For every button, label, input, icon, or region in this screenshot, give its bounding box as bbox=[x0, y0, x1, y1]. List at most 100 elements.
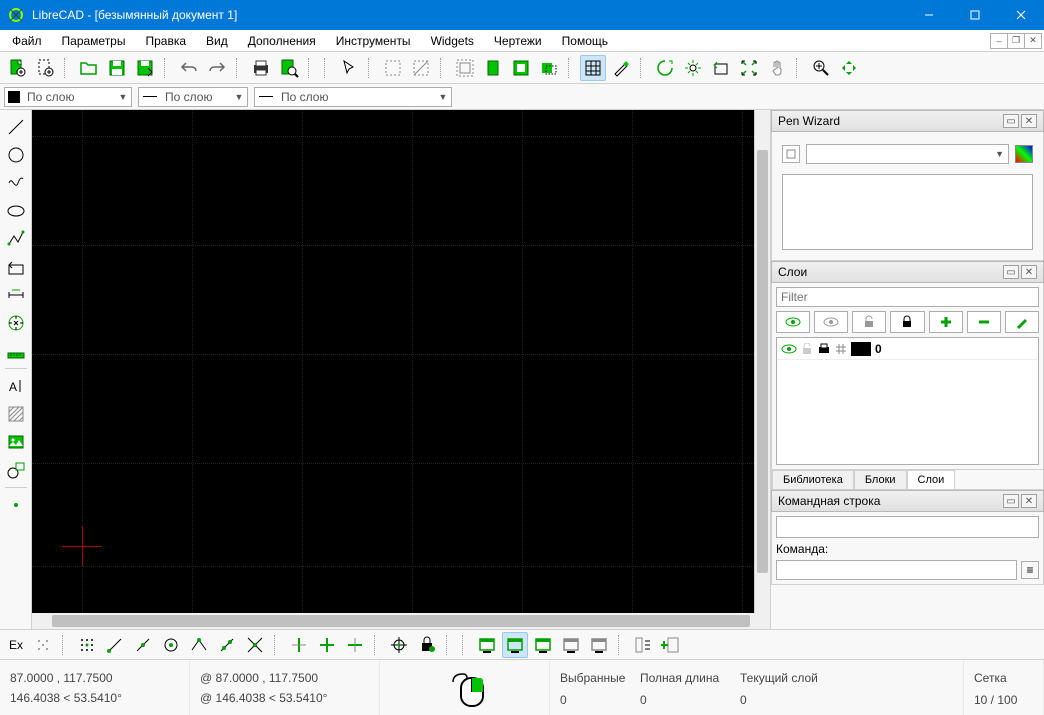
pointer-button[interactable] bbox=[336, 55, 362, 81]
snap-distance-button[interactable] bbox=[214, 632, 240, 658]
zoom-redraw-button[interactable] bbox=[652, 55, 678, 81]
snap-center-button[interactable] bbox=[158, 632, 184, 658]
command-input[interactable] bbox=[776, 560, 1017, 580]
fullscreen-button[interactable] bbox=[474, 632, 500, 658]
polyline-tool-button[interactable] bbox=[3, 226, 29, 252]
curve-tool-button[interactable] bbox=[3, 170, 29, 196]
deselect-window-button[interactable] bbox=[408, 55, 434, 81]
snap-grid-button[interactable] bbox=[74, 632, 100, 658]
snap-on-entity-button[interactable] bbox=[130, 632, 156, 658]
cascade-button[interactable] bbox=[530, 632, 556, 658]
tile-v-button[interactable] bbox=[586, 632, 612, 658]
statusbar-toggle-button[interactable] bbox=[630, 632, 656, 658]
layers-header[interactable]: Слои ▭✕ bbox=[771, 261, 1044, 283]
menu-plugins[interactable]: Дополнения bbox=[238, 32, 326, 50]
pen-wizard-float-button[interactable]: ▭ bbox=[1003, 114, 1019, 128]
command-float-button[interactable]: ▭ bbox=[1003, 494, 1019, 508]
line-width-combo[interactable]: По слою▼ bbox=[138, 87, 248, 107]
save-button[interactable] bbox=[104, 55, 130, 81]
snap-free-button[interactable] bbox=[30, 632, 56, 658]
mtext-tool-button[interactable]: A bbox=[3, 373, 29, 399]
canvas-vscrollbar[interactable] bbox=[754, 110, 770, 613]
menu-tools[interactable]: Инструменты bbox=[326, 32, 421, 50]
layer-add-button[interactable] bbox=[929, 311, 963, 333]
select-invert-button[interactable] bbox=[508, 55, 534, 81]
select-layer-button[interactable] bbox=[536, 55, 562, 81]
menu-drawings[interactable]: Чертежи bbox=[484, 32, 552, 50]
menu-options[interactable]: Параметры bbox=[52, 32, 136, 50]
restrict-horizontal-button[interactable] bbox=[342, 632, 368, 658]
tab-view-button[interactable] bbox=[502, 632, 528, 658]
pen-wizard-slot-button[interactable] bbox=[782, 145, 800, 163]
dimension-tool-button[interactable] bbox=[3, 282, 29, 308]
line-type-combo[interactable]: По слою▼ bbox=[254, 87, 452, 107]
snap-middle-button[interactable] bbox=[186, 632, 212, 658]
canvas-hscrollbar[interactable] bbox=[32, 613, 770, 629]
layer-color-combo[interactable]: По слою▼ bbox=[4, 87, 132, 107]
undo-button[interactable] bbox=[176, 55, 202, 81]
pen-wizard-header[interactable]: Pen Wizard ▭✕ bbox=[771, 110, 1044, 132]
measure-tool-button[interactable] bbox=[3, 338, 29, 364]
menu-help[interactable]: Помощь bbox=[552, 32, 618, 50]
pen-wizard-color-button[interactable] bbox=[1015, 145, 1033, 163]
select-entity-button[interactable] bbox=[480, 55, 506, 81]
command-close-button[interactable]: ✕ bbox=[1021, 494, 1037, 508]
window-maximize-button[interactable] bbox=[952, 0, 998, 30]
layers-close-button[interactable]: ✕ bbox=[1021, 265, 1037, 279]
layer-edit-button[interactable] bbox=[1005, 311, 1039, 333]
layers-filter-input[interactable] bbox=[776, 287, 1039, 307]
zoom-window-button[interactable] bbox=[736, 55, 762, 81]
tab-blocks[interactable]: Блоки bbox=[854, 470, 907, 489]
tile-h-button[interactable] bbox=[558, 632, 584, 658]
layers-list[interactable]: 0 bbox=[776, 337, 1039, 465]
pen-wizard-list[interactable] bbox=[782, 174, 1033, 250]
open-file-button[interactable] bbox=[76, 55, 102, 81]
tab-layers[interactable]: Слои bbox=[907, 470, 956, 489]
snap-intersection-button[interactable] bbox=[242, 632, 268, 658]
line-tool-button[interactable] bbox=[3, 114, 29, 140]
circle-tool-button[interactable] bbox=[3, 142, 29, 168]
select-window-button[interactable] bbox=[380, 55, 406, 81]
new-file-button[interactable] bbox=[4, 55, 30, 81]
layer-row[interactable]: 0 bbox=[777, 338, 1038, 360]
mdi-close-button[interactable]: ✕ bbox=[1024, 33, 1042, 49]
pen-wizard-combo[interactable]: ▼ bbox=[806, 144, 1009, 164]
draft-mode-button[interactable] bbox=[608, 55, 634, 81]
snap-endpoint-button[interactable] bbox=[102, 632, 128, 658]
image-tool-button[interactable] bbox=[3, 429, 29, 455]
layer-unlock-button[interactable] bbox=[852, 311, 886, 333]
layer-remove-button[interactable] bbox=[967, 311, 1001, 333]
point-tool-button[interactable] bbox=[3, 492, 29, 518]
zoom-pan-button[interactable] bbox=[764, 55, 790, 81]
zoom-previous-button[interactable] bbox=[708, 55, 734, 81]
relative-zero-button[interactable] bbox=[386, 632, 412, 658]
layer-lock-button[interactable] bbox=[890, 311, 924, 333]
zoom-in-button[interactable] bbox=[808, 55, 834, 81]
grid-toggle-button[interactable] bbox=[580, 55, 606, 81]
zoom-scroll-button[interactable] bbox=[836, 55, 862, 81]
save-as-button[interactable] bbox=[132, 55, 158, 81]
menu-file[interactable]: Файл bbox=[2, 32, 52, 50]
print-button[interactable] bbox=[248, 55, 274, 81]
ellipse-tool-button[interactable] bbox=[3, 198, 29, 224]
mdi-minimize-button[interactable]: – bbox=[990, 33, 1008, 49]
modify-tool-button[interactable] bbox=[3, 310, 29, 336]
restrict-ortho-button[interactable] bbox=[314, 632, 340, 658]
pen-wizard-close-button[interactable]: ✕ bbox=[1021, 114, 1037, 128]
command-menu-button[interactable]: ≡ bbox=[1021, 561, 1039, 579]
window-minimize-button[interactable] bbox=[906, 0, 952, 30]
menu-edit[interactable]: Правка bbox=[135, 32, 196, 50]
block-tool-button[interactable] bbox=[3, 457, 29, 483]
layer-show-all-button[interactable] bbox=[776, 311, 810, 333]
print-preview-button[interactable] bbox=[276, 55, 302, 81]
window-close-button[interactable] bbox=[998, 0, 1044, 30]
tab-library[interactable]: Библиотека bbox=[772, 470, 854, 489]
restrict-nothing-button[interactable] bbox=[286, 632, 312, 658]
mdi-restore-button[interactable]: ❐ bbox=[1007, 33, 1025, 49]
layer-hide-all-button[interactable] bbox=[814, 311, 848, 333]
add-widget-button[interactable] bbox=[658, 632, 684, 658]
select-tool-button[interactable] bbox=[3, 254, 29, 280]
menu-view[interactable]: Вид bbox=[196, 32, 238, 50]
zoom-auto-button[interactable] bbox=[680, 55, 706, 81]
new-template-button[interactable] bbox=[32, 55, 58, 81]
